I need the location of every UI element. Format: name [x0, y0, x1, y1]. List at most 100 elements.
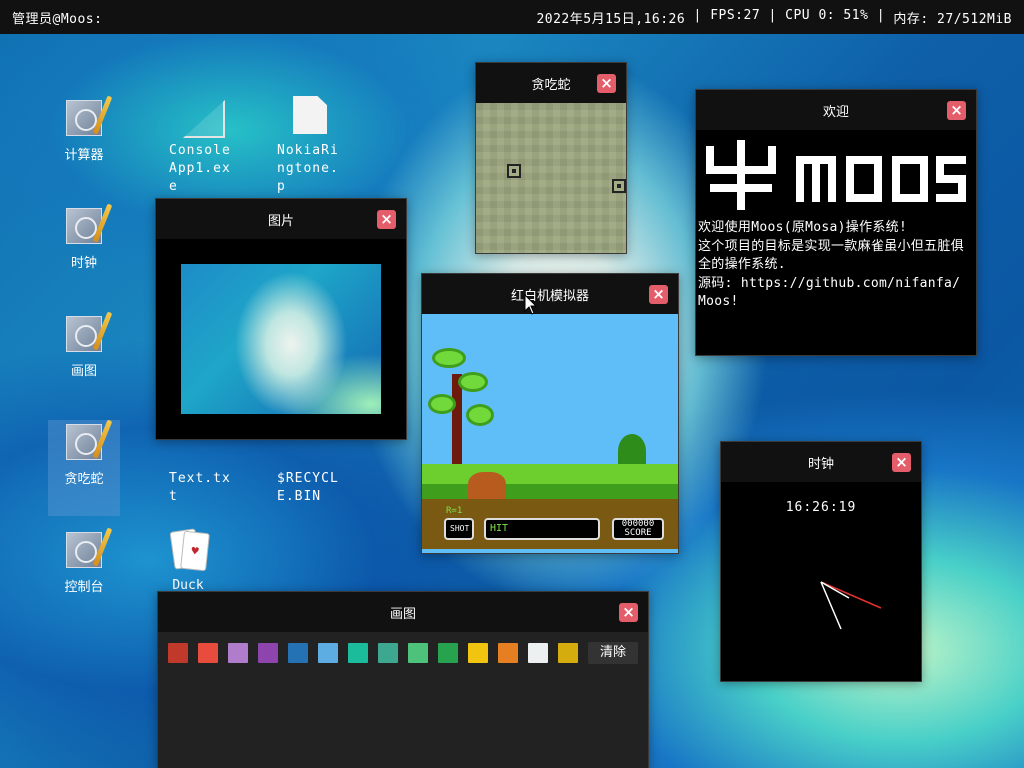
- welcome-line: 源码: https://github.com/nifanfa/: [698, 275, 961, 291]
- window-title: 时钟: [807, 456, 834, 472]
- cpu-text: CPU 0: 51%: [785, 7, 869, 23]
- datetime-text: 2022年5月15日,16:26: [536, 11, 686, 27]
- snake-game-field[interactable]: [476, 103, 626, 253]
- window-titlebar[interactable]: 贪吃蛇 ×: [476, 63, 626, 103]
- tree-leaves: [428, 394, 456, 414]
- score-label: SCORE: [624, 528, 652, 538]
- color-swatch[interactable]: [468, 643, 488, 663]
- color-swatch[interactable]: [228, 643, 248, 663]
- desktop-icon-console[interactable]: 控制台: [48, 528, 120, 624]
- snake-head: [612, 179, 626, 193]
- moos-logo: [706, 140, 966, 210]
- mouse-cursor-icon: [524, 294, 538, 315]
- calculator-icon: [66, 100, 102, 136]
- desktop-icon-paint[interactable]: 画图: [48, 312, 120, 408]
- color-swatch[interactable]: [318, 643, 338, 663]
- nes-emulator-window[interactable]: 红白机模拟器 × R=1 SHOT HIT 000000 SCORE: [421, 273, 679, 554]
- score-display: 000000 SCORE: [612, 518, 664, 540]
- playing-cards-icon: ♠ ♥: [168, 528, 210, 572]
- separator: |: [685, 7, 711, 23]
- desktop-icon-label: 控制台: [64, 580, 104, 595]
- bush: [618, 434, 646, 468]
- color-swatch[interactable]: [408, 643, 428, 663]
- tree-leaves: [458, 372, 488, 392]
- welcome-line: Moos!: [698, 294, 739, 309]
- desktop-icon-label: 时钟: [70, 256, 97, 271]
- color-swatch[interactable]: [288, 643, 308, 663]
- picture-window[interactable]: 图片 ×: [155, 198, 407, 440]
- color-swatch[interactable]: [198, 643, 218, 663]
- welcome-line: 全的操作系统.: [698, 257, 786, 272]
- color-swatch[interactable]: [258, 643, 278, 663]
- hit-label: HIT: [490, 523, 509, 534]
- desktop-file-consoleapp[interactable]: ConsoleApp1.exe: [166, 96, 238, 196]
- paint-canvas[interactable]: 清除: [158, 632, 648, 768]
- color-swatch[interactable]: [378, 643, 398, 663]
- tree-leaves: [432, 348, 466, 368]
- welcome-window[interactable]: 欢迎 × 欢迎使用Moos(原Mosa)操作系统! 这个项目的目标是实现一款麻雀…: [695, 89, 977, 356]
- snake-window[interactable]: 贪吃蛇 ×: [475, 62, 627, 254]
- clock-window[interactable]: 时钟 × 16:26:19: [720, 441, 922, 682]
- desktop-icon-label: 计算器: [64, 148, 104, 163]
- desktop-icon-snake[interactable]: 贪吃蛇: [48, 420, 120, 516]
- close-icon[interactable]: ×: [649, 285, 668, 304]
- welcome-line: 这个项目的目标是实现一款麻雀虽小但五脏俱: [698, 238, 965, 254]
- user-host-label: 管理员@Moos:: [12, 11, 103, 27]
- analog-clock: [820, 581, 882, 630]
- clock-app-icon: [66, 208, 102, 244]
- desktop-file-nokia[interactable]: NokiaRingtone.p: [274, 96, 346, 196]
- memory-text: 内存: 27/512MiB: [893, 11, 1012, 27]
- file-label: NokiaRingtone.p: [277, 143, 339, 194]
- separator: |: [760, 7, 786, 23]
- executable-file-icon: [181, 96, 223, 134]
- shot-counter: SHOT: [444, 518, 474, 540]
- color-swatch[interactable]: [498, 643, 518, 663]
- wallpaper-image: [181, 264, 381, 414]
- file-label: Text.txt: [169, 471, 231, 504]
- snake-food: [507, 164, 521, 178]
- desktop-icon-label: 贪吃蛇: [64, 472, 104, 487]
- window-title: 画图: [389, 606, 416, 622]
- close-icon[interactable]: ×: [619, 603, 638, 622]
- color-palette: 清除: [168, 642, 639, 664]
- file-label: $RECYCLE.BIN: [277, 471, 339, 504]
- color-swatch[interactable]: [348, 643, 368, 663]
- welcome-line: 欢迎使用Moos(原Mosa)操作系统!: [698, 220, 908, 235]
- tree-leaves: [466, 404, 494, 426]
- snake-app-icon: [66, 424, 102, 460]
- nes-game-screen[interactable]: R=1 SHOT HIT 000000 SCORE: [422, 314, 678, 553]
- color-swatch[interactable]: [558, 643, 578, 663]
- close-icon[interactable]: ×: [947, 101, 966, 120]
- window-titlebar[interactable]: 画图 ×: [158, 592, 648, 632]
- window-titlebar[interactable]: 图片 ×: [156, 199, 406, 239]
- close-icon[interactable]: ×: [892, 453, 911, 472]
- separator: |: [868, 7, 894, 23]
- close-icon[interactable]: ×: [597, 74, 616, 93]
- desktop-icon-label: 画图: [70, 364, 97, 379]
- hunting-dog: [468, 472, 506, 502]
- desktop-icon-clock[interactable]: 时钟: [48, 204, 120, 300]
- paint-window[interactable]: 画图 × 清除: [157, 591, 649, 768]
- system-status: 2022年5月15日,16:26 | FPS:27 | CPU 0: 51% |…: [536, 8, 1012, 27]
- color-swatch[interactable]: [438, 643, 458, 663]
- color-swatch[interactable]: [168, 643, 188, 663]
- round-indicator: R=1: [446, 506, 463, 516]
- desktop-icon-calculator[interactable]: 计算器: [48, 96, 120, 192]
- hit-counter: HIT: [484, 518, 600, 540]
- window-titlebar[interactable]: 红白机模拟器 ×: [422, 274, 678, 314]
- window-titlebar[interactable]: 时钟 ×: [721, 442, 921, 482]
- welcome-message: 欢迎使用Moos(原Mosa)操作系统! 这个项目的目标是实现一款麻雀虽小但五脏…: [698, 219, 976, 312]
- document-file-icon: [293, 96, 327, 134]
- fps-text: FPS:27: [710, 7, 761, 23]
- paint-app-icon: [66, 316, 102, 352]
- digital-time: 16:26:19: [785, 500, 857, 515]
- file-label: ConsoleApp1.exe: [169, 143, 231, 194]
- console-app-icon: [66, 532, 102, 568]
- window-titlebar[interactable]: 欢迎 ×: [696, 90, 976, 130]
- window-title: 红白机模拟器: [510, 288, 589, 304]
- window-title: 贪吃蛇: [531, 77, 571, 93]
- window-title: 图片: [267, 213, 294, 229]
- color-swatch[interactable]: [528, 643, 548, 663]
- close-icon[interactable]: ×: [377, 210, 396, 229]
- clear-button[interactable]: 清除: [588, 642, 639, 664]
